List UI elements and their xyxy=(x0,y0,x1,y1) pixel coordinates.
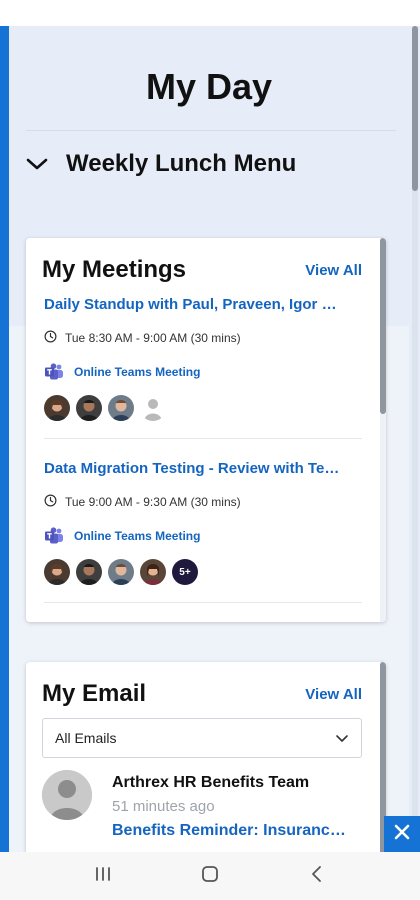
meeting-title[interactable]: Daily Standup with Paul, Praveen, Igor &… xyxy=(44,296,344,313)
chevron-down-icon xyxy=(335,730,349,746)
home-button[interactable] xyxy=(190,856,230,896)
meeting-title[interactable]: Data Migration Testing - Review with Tes… xyxy=(44,460,344,477)
meeting-item: Daily Standup with Paul, Praveen, Igor &… xyxy=(44,296,362,421)
android-nav-bar xyxy=(0,852,420,900)
avatar[interactable] xyxy=(108,395,134,421)
avatar[interactable] xyxy=(44,395,70,421)
recent-apps-button[interactable] xyxy=(83,856,123,896)
more-attendees-badge[interactable]: 5+ xyxy=(172,559,198,585)
email-card: My Email View All All Emails Arthrex HR … xyxy=(26,662,386,852)
meetings-scrollbar-thumb[interactable] xyxy=(380,238,386,414)
meeting-time-text: Tue 8:30 AM - 9:00 AM (30 mins) xyxy=(65,331,241,345)
meeting-time: Tue 8:30 AM - 9:00 AM (30 mins) xyxy=(44,330,362,346)
meetings-scrollbar[interactable] xyxy=(380,238,386,622)
meetings-view-all-link[interactable]: View All xyxy=(305,262,362,279)
clock-icon xyxy=(44,494,57,510)
teams-icon xyxy=(44,363,64,381)
email-sender: Arthrex HR Benefits Team xyxy=(112,774,310,791)
online-teams-meeting-link[interactable]: Online Teams Meeting xyxy=(44,363,362,381)
avatar[interactable] xyxy=(140,559,166,585)
email-list-item[interactable]: Arthrex HR Benefits Team 51 minutes ago … xyxy=(42,770,362,852)
meeting-divider xyxy=(44,602,362,603)
attendee-list: 5+ xyxy=(44,559,362,585)
avatar xyxy=(42,770,92,820)
recent-apps-icon xyxy=(94,866,112,887)
more-attendees-count: 5+ xyxy=(179,566,191,578)
email-filter-select[interactable]: All Emails xyxy=(42,718,362,758)
teams-icon xyxy=(44,527,64,545)
meeting-time-text: Tue 9:00 AM - 9:30 AM (30 mins) xyxy=(65,495,241,509)
lunch-menu-toggle[interactable]: Weekly Lunch Menu xyxy=(24,150,296,178)
close-icon xyxy=(393,823,411,846)
page-scrollbar-thumb[interactable] xyxy=(412,26,418,191)
email-subject[interactable]: Benefits Reminder: Insurance Enrollment xyxy=(112,822,352,840)
page-title: My Day xyxy=(145,66,273,107)
lunch-menu-label: Weekly Lunch Menu xyxy=(66,150,297,177)
close-button[interactable] xyxy=(384,816,420,852)
avatar[interactable] xyxy=(76,395,102,421)
online-meeting-label: Online Teams Meeting xyxy=(74,365,201,379)
meetings-card: My Meetings View All Daily Standup with … xyxy=(26,238,386,622)
title-divider xyxy=(26,130,396,131)
avatar[interactable] xyxy=(108,559,134,585)
home-icon xyxy=(201,865,219,888)
email-title: My Email xyxy=(42,680,147,707)
back-icon xyxy=(310,865,324,888)
page-scrollbar[interactable] xyxy=(412,26,418,852)
avatar[interactable] xyxy=(44,559,70,585)
chevron-down-icon xyxy=(24,151,50,177)
meetings-title: My Meetings xyxy=(42,256,187,283)
meeting-time: Tue 9:00 AM - 9:30 AM (30 mins) xyxy=(44,494,362,510)
back-button[interactable] xyxy=(297,856,337,896)
meeting-item: Data Migration Testing - Review with Tes… xyxy=(44,460,362,585)
meeting-divider xyxy=(44,438,362,439)
status-bar xyxy=(0,0,420,26)
avatar[interactable] xyxy=(76,559,102,585)
attendee-list xyxy=(44,395,362,421)
email-filter-value: All Emails xyxy=(55,730,117,746)
clock-icon xyxy=(44,330,57,346)
email-time: 51 minutes ago xyxy=(112,798,215,815)
my-day-page[interactable]: My Day Weekly Lunch Menu My Meetings Vie… xyxy=(0,26,420,852)
online-teams-meeting-link[interactable]: Online Teams Meeting xyxy=(44,527,362,545)
avatar-placeholder[interactable] xyxy=(140,395,166,421)
accent-bar xyxy=(0,26,9,852)
online-meeting-label: Online Teams Meeting xyxy=(74,529,201,543)
email-view-all-link[interactable]: View All xyxy=(305,686,362,703)
